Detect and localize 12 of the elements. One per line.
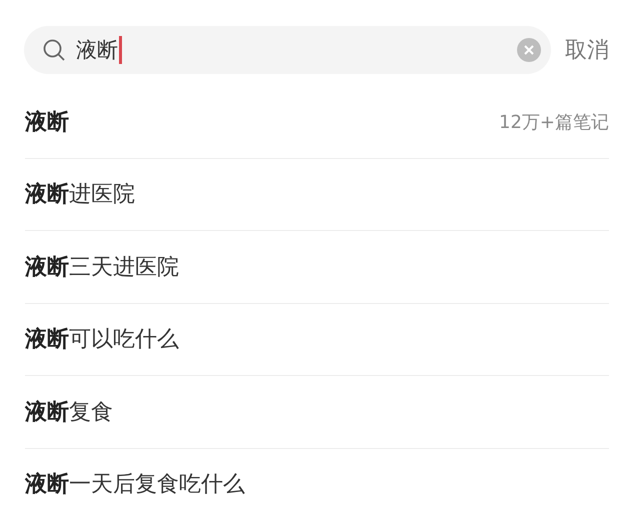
search-value: 液断 (76, 36, 122, 64)
suggestion-item[interactable]: 液断三天进医院 (25, 231, 609, 304)
suggestion-item[interactable]: 液断 12万+篇笔记 (25, 86, 609, 158)
search-icon (42, 38, 66, 62)
suggestion-item[interactable]: 液断一天后复食吃什么 (25, 448, 609, 512)
search-field[interactable]: 液断 (24, 26, 551, 74)
clear-icon[interactable] (517, 38, 541, 62)
suggestion-item[interactable]: 液断可以吃什么 (25, 304, 609, 376)
suggestion-item[interactable]: 液断进医院 (25, 158, 609, 231)
cancel-button[interactable]: 取消 (565, 35, 609, 65)
note-count: 12万+篇笔记 (499, 110, 609, 134)
suggestion-item[interactable]: 液断复食 (25, 376, 609, 448)
